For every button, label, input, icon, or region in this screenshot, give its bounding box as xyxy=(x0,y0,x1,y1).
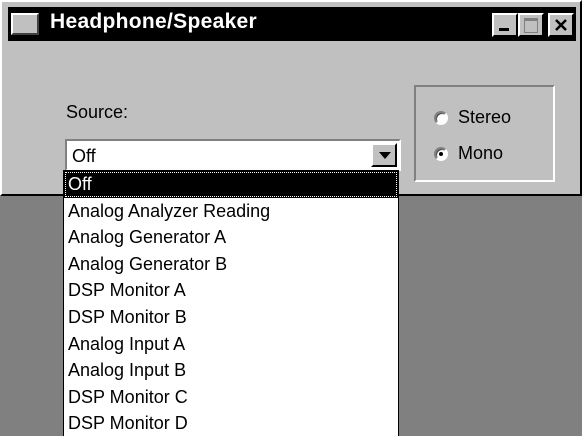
dropdown-option[interactable]: Analog Generator B xyxy=(64,251,398,278)
close-button[interactable] xyxy=(548,13,574,37)
minimize-button[interactable] xyxy=(492,13,518,37)
dropdown-option[interactable]: Analog Generator A xyxy=(64,224,398,251)
source-select[interactable]: Off xyxy=(65,139,401,171)
title-bar[interactable]: Headphone/Speaker xyxy=(8,7,576,41)
window-title: Headphone/Speaker xyxy=(50,10,257,33)
source-dropdown-button[interactable] xyxy=(371,143,397,167)
dropdown-option[interactable]: Analog Analyzer Reading xyxy=(64,198,398,225)
close-icon xyxy=(555,19,567,31)
maximize-button[interactable] xyxy=(518,13,544,37)
source-select-value: Off xyxy=(72,146,96,166)
dropdown-option[interactable]: Analog Input B xyxy=(64,357,398,384)
mono-radio-label[interactable]: Mono xyxy=(458,143,503,164)
source-label: Source: xyxy=(66,102,129,122)
dropdown-option[interactable]: DSP Monitor D xyxy=(64,410,398,436)
dropdown-option[interactable]: DSP Monitor B xyxy=(64,304,398,331)
dropdown-option[interactable]: Analog Input A xyxy=(64,331,398,358)
dropdown-option-off[interactable]: Off xyxy=(64,171,398,198)
chevron-down-icon xyxy=(379,152,391,159)
mono-radio-circle[interactable] xyxy=(434,147,448,161)
radio-selected-dot xyxy=(439,152,443,156)
window-icon[interactable] xyxy=(11,13,39,35)
headphone-speaker-window: Headphone/Speaker Source: Off Stereo Mon… xyxy=(0,0,582,196)
dropdown-option[interactable]: DSP Monitor A xyxy=(64,277,398,304)
channel-mode-group: Stereo Mono xyxy=(414,85,555,182)
dropdown-option[interactable]: DSP Monitor C xyxy=(64,384,398,411)
stereo-radio-label[interactable]: Stereo xyxy=(458,107,511,128)
source-dropdown-list[interactable]: Off Analog Analyzer Reading Analog Gener… xyxy=(63,170,399,436)
stereo-radio-circle[interactable] xyxy=(434,111,448,125)
